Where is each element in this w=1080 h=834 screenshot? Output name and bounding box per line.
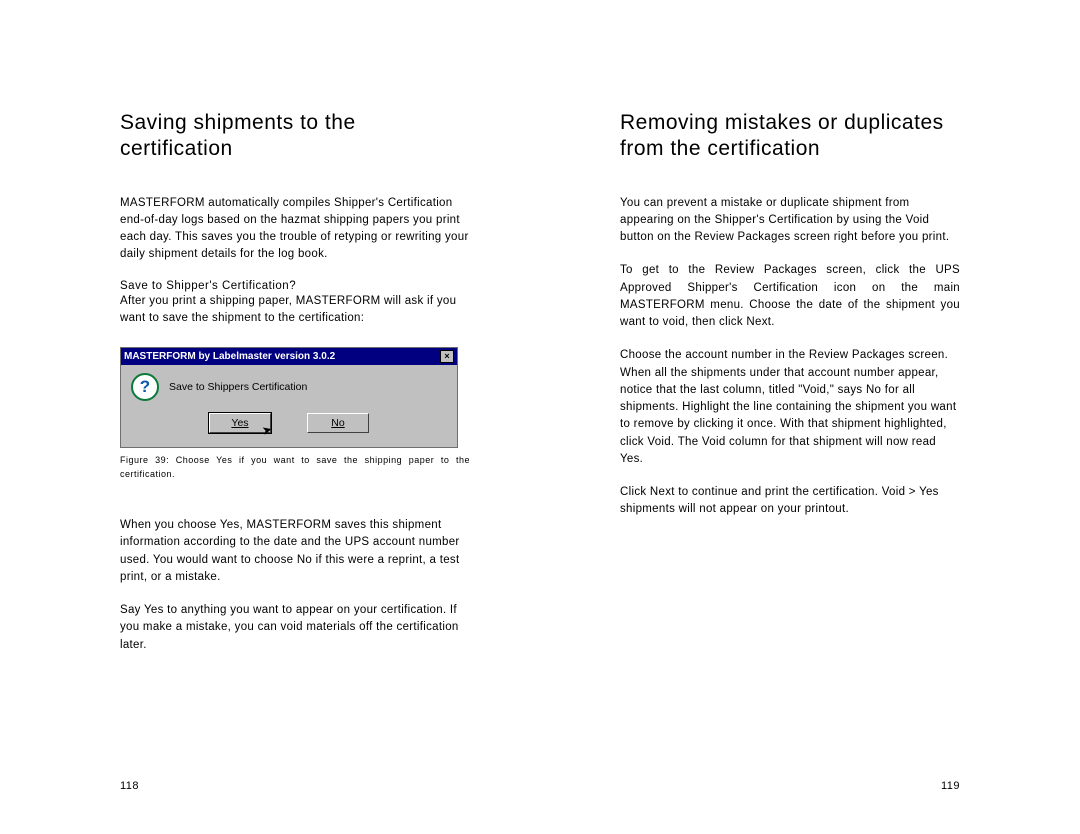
yes-button[interactable]: Yes ➤ [209, 413, 271, 433]
heading-right: Removing mistakes or duplicates from the… [620, 110, 960, 163]
no-button-label: No [331, 417, 344, 429]
heading-left: Saving shipments to the certification [120, 110, 470, 163]
paragraph: Choose the account number in the Review … [620, 347, 960, 468]
paragraph: After you print a shipping paper, MASTER… [120, 293, 470, 328]
yes-button-label: Yes [231, 417, 248, 429]
page-number-left: 118 [120, 780, 139, 792]
paragraph: You can prevent a mistake or duplicate s… [620, 195, 960, 247]
page-left: Saving shipments to the certification MA… [0, 0, 540, 834]
no-button[interactable]: No [307, 413, 369, 433]
dialog-message: Save to Shippers Certification [169, 381, 307, 393]
figure-caption: Figure 39: Choose Yes if you want to sav… [120, 454, 470, 481]
cursor-icon: ➤ [260, 422, 273, 438]
paragraph: Say Yes to anything you want to appear o… [120, 602, 470, 654]
document-spread: Saving shipments to the certification MA… [0, 0, 1080, 834]
dialog-window: MASTERFORM by Labelmaster version 3.0.2 … [120, 347, 458, 448]
dialog-message-row: ? Save to Shippers Certification [131, 373, 447, 401]
subheading: Save to Shipper's Certification? [120, 280, 470, 292]
paragraph: MASTERFORM automatically compiles Shippe… [120, 195, 470, 264]
dialog-button-row: Yes ➤ No [131, 413, 447, 437]
paragraph: When you choose Yes, MASTERFORM saves th… [120, 517, 470, 586]
dialog-titlebar: MASTERFORM by Labelmaster version 3.0.2 … [121, 348, 457, 365]
close-icon[interactable]: × [440, 350, 454, 363]
dialog-body: ? Save to Shippers Certification Yes ➤ N… [121, 365, 457, 447]
paragraph: Click Next to continue and print the cer… [620, 484, 960, 519]
paragraph: To get to the Review Packages screen, cl… [620, 262, 960, 331]
question-icon: ? [131, 373, 159, 401]
page-number-right: 119 [941, 780, 960, 792]
dialog-title: MASTERFORM by Labelmaster version 3.0.2 [124, 351, 335, 362]
page-right: Removing mistakes or duplicates from the… [540, 0, 1080, 834]
